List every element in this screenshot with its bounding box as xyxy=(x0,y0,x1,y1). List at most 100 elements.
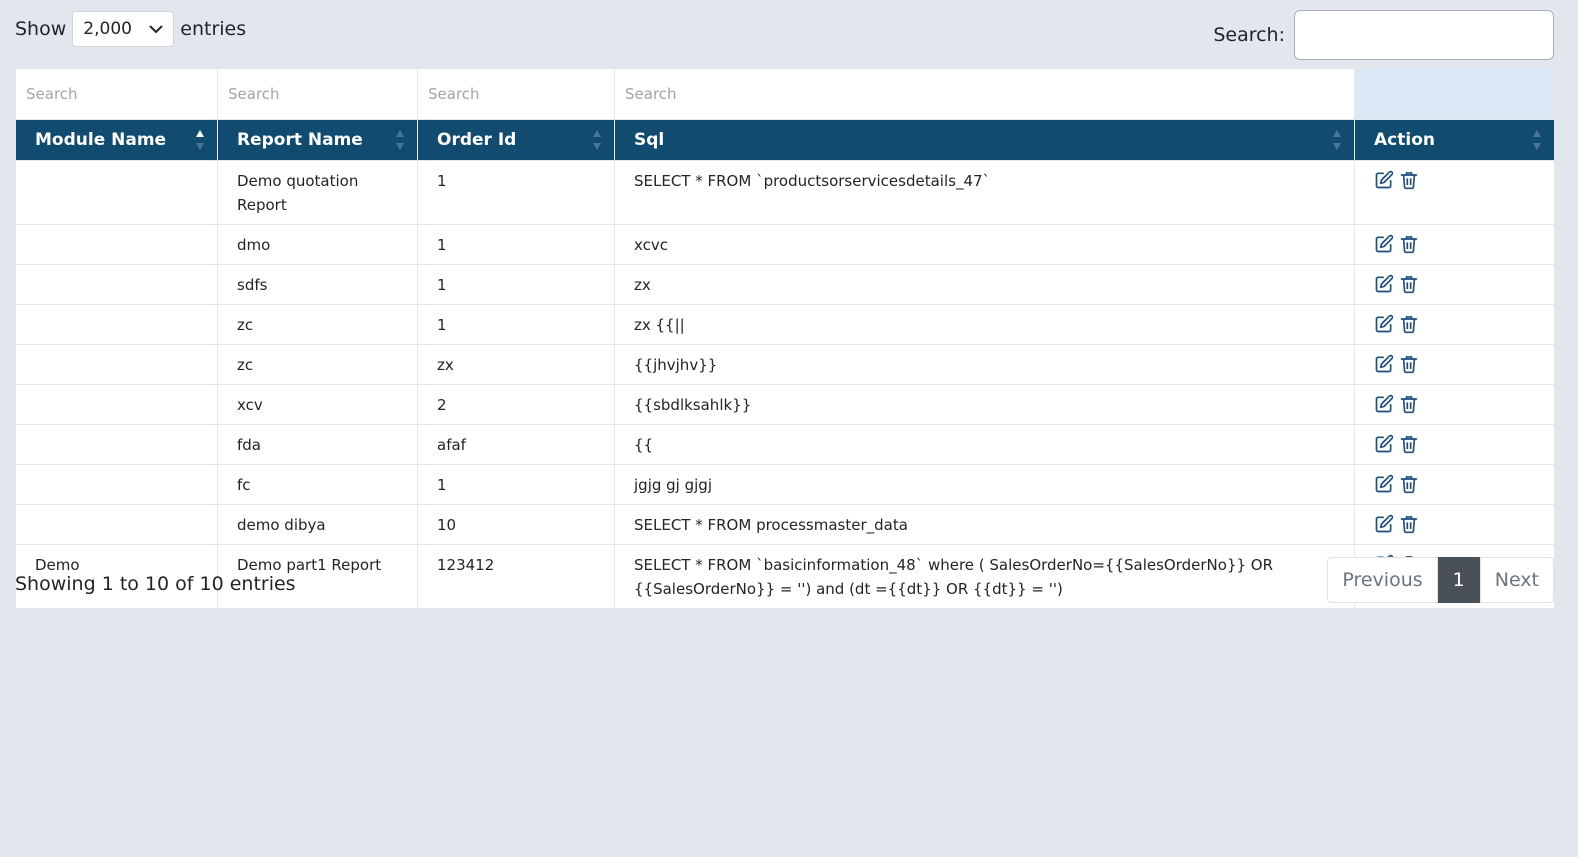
report-name-cell: demo dibya xyxy=(217,504,418,545)
filter-cell-report xyxy=(217,68,418,120)
column-header-label: Report Name xyxy=(237,130,363,150)
trash-icon[interactable] xyxy=(1399,394,1419,414)
order-id-filter-input[interactable] xyxy=(426,84,610,104)
entries-select[interactable]: 2,000 xyxy=(72,11,175,47)
edit-icon[interactable] xyxy=(1374,274,1394,294)
table-row: zc 1 zx {{|| xyxy=(15,304,1555,345)
sort-icon xyxy=(396,130,404,150)
filter-cell-sql xyxy=(614,68,1355,120)
edit-icon[interactable] xyxy=(1374,474,1394,494)
edit-icon[interactable] xyxy=(1374,434,1394,454)
sort-asc-icon xyxy=(196,130,204,150)
column-header-action[interactable]: Action xyxy=(1354,119,1555,161)
module-name-cell xyxy=(15,464,218,505)
sort-icon xyxy=(1333,130,1341,150)
filter-cell-action xyxy=(1354,68,1555,120)
edit-icon[interactable] xyxy=(1374,354,1394,374)
table-header-row: Module Name Report Name Order Id Sql Act… xyxy=(15,119,1555,161)
order-id-cell: 1 xyxy=(417,224,615,265)
order-id-cell: 1 xyxy=(417,264,615,305)
order-id-cell: 1 xyxy=(417,464,615,505)
module-name-cell xyxy=(15,160,218,225)
pagination: Previous 1 Next xyxy=(1327,557,1554,603)
sql-cell: SELECT * FROM `productsorservicesdetails… xyxy=(614,160,1355,225)
column-header-module-name[interactable]: Module Name xyxy=(15,119,218,161)
module-name-cell xyxy=(15,264,218,305)
module-name-filter-input[interactable] xyxy=(24,84,213,104)
sql-cell: {{sbdlksahlk}} xyxy=(614,384,1355,425)
sort-icon xyxy=(593,130,601,150)
sql-cell: jgjg gj gjgj xyxy=(614,464,1355,505)
trash-icon[interactable] xyxy=(1399,354,1419,374)
trash-icon[interactable] xyxy=(1399,274,1419,294)
module-name-cell xyxy=(15,224,218,265)
sql-filter-input[interactable] xyxy=(623,84,1350,104)
trash-icon[interactable] xyxy=(1399,314,1419,334)
report-name-cell: Demo quotation Report xyxy=(217,160,418,225)
order-id-cell: 1 xyxy=(417,160,615,225)
trash-icon[interactable] xyxy=(1399,474,1419,494)
trash-icon[interactable] xyxy=(1399,234,1419,254)
sql-cell: zx {{|| xyxy=(614,304,1355,345)
order-id-cell: afaf xyxy=(417,424,615,465)
sql-cell: SELECT * FROM `basicinformation_48` wher… xyxy=(614,544,1355,609)
table-row: sdfs 1 zx xyxy=(15,264,1555,305)
trash-icon[interactable] xyxy=(1399,514,1419,534)
edit-icon[interactable] xyxy=(1374,234,1394,254)
sql-cell: {{ xyxy=(614,424,1355,465)
sql-cell: xcvc xyxy=(614,224,1355,265)
table-row: dmo 1 xcvc xyxy=(15,224,1555,265)
table-body: Demo quotation Report 1 SELECT * FROM `pro… xyxy=(15,160,1555,609)
sql-cell: {{jhvjhv}} xyxy=(614,344,1355,385)
table-row: Demo quotation Report 1 SELECT * FROM `pro… xyxy=(15,160,1555,225)
column-header-sql[interactable]: Sql xyxy=(614,119,1355,161)
column-filter-row xyxy=(15,68,1555,120)
search-label: Search: xyxy=(1213,24,1285,46)
length-menu: Show 2,000 entries xyxy=(15,10,246,48)
report-name-cell: zc xyxy=(217,344,418,385)
report-name-cell: fda xyxy=(217,424,418,465)
module-name-cell xyxy=(15,504,218,545)
column-header-label: Action xyxy=(1374,130,1435,150)
table-row: fc 1 jgjg gj gjgj xyxy=(15,464,1555,505)
chevron-down-icon xyxy=(149,25,163,34)
trash-icon[interactable] xyxy=(1399,434,1419,454)
page-1-button[interactable]: 1 xyxy=(1437,557,1480,603)
order-id-cell: 2 xyxy=(417,384,615,425)
edit-icon[interactable] xyxy=(1374,314,1394,334)
reports-table: Module Name Report Name Order Id Sql Act… xyxy=(15,68,1555,609)
next-page-button[interactable]: Next xyxy=(1479,557,1554,603)
filter-cell-module xyxy=(15,68,218,120)
report-name-cell: fc xyxy=(217,464,418,505)
order-id-cell: 10 xyxy=(417,504,615,545)
table-row: zc zx {{jhvjhv}} xyxy=(15,344,1555,385)
order-id-cell: 1 xyxy=(417,304,615,345)
action-cell xyxy=(1354,424,1555,465)
table-info: Showing 1 to 10 of 10 entries xyxy=(15,573,296,595)
filter-cell-order xyxy=(417,68,615,120)
module-name-cell xyxy=(15,424,218,465)
edit-icon[interactable] xyxy=(1374,170,1394,190)
trash-icon[interactable] xyxy=(1399,170,1419,190)
report-name-cell: xcv xyxy=(217,384,418,425)
table-row: demo dibya 10 SELECT * FROM processmaster_… xyxy=(15,504,1555,545)
entries-select-value: 2,000 xyxy=(83,19,132,39)
action-cell xyxy=(1354,160,1555,225)
edit-icon[interactable] xyxy=(1374,514,1394,534)
edit-icon[interactable] xyxy=(1374,394,1394,414)
column-header-report-name[interactable]: Report Name xyxy=(217,119,418,161)
report-name-filter-input[interactable] xyxy=(226,84,413,104)
order-id-cell: 123412 xyxy=(417,544,615,609)
action-cell xyxy=(1354,384,1555,425)
sql-cell: SELECT * FROM processmaster_data xyxy=(614,504,1355,545)
column-header-order-id[interactable]: Order Id xyxy=(417,119,615,161)
entries-label: entries xyxy=(180,18,247,40)
previous-page-button[interactable]: Previous xyxy=(1327,557,1438,603)
sql-cell: zx xyxy=(614,264,1355,305)
action-cell xyxy=(1354,264,1555,305)
global-search: Search: xyxy=(1213,10,1554,60)
action-cell xyxy=(1354,224,1555,265)
action-cell xyxy=(1354,344,1555,385)
search-input[interactable] xyxy=(1294,10,1554,60)
table-row: fda afaf{{ xyxy=(15,424,1555,465)
